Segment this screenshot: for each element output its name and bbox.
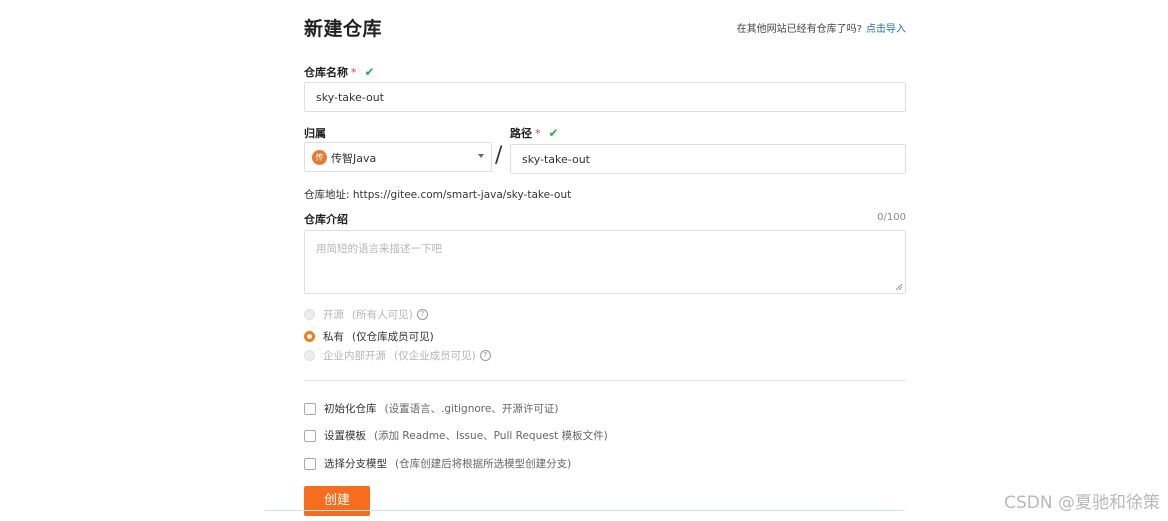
visibility-option-open[interactable]: 开源 (所有人可见) ? — [304, 307, 428, 322]
create-button[interactable]: 创建 — [304, 486, 370, 516]
watermark: CSDN @夏驰和徐策 — [1004, 493, 1160, 513]
option-init-repo[interactable]: 初始化仓库 (设置语言、.gitignore、开源许可证) — [304, 401, 558, 416]
visibility-option-private[interactable]: 私有 (仅仓库成员可见) — [304, 329, 434, 344]
resize-handle-icon[interactable] — [895, 283, 902, 290]
option-label: 设置模板 — [324, 430, 366, 442]
chevron-down-icon — [478, 154, 484, 158]
check-icon: ✔ — [548, 126, 559, 140]
import-hint: 在其他网站已经有仓库了吗? 点击导入 — [737, 20, 906, 35]
description-textarea[interactable]: 用简短的语言来描述一下吧 — [304, 230, 906, 294]
repo-name-value: sky-take-out — [316, 91, 384, 104]
option-desc: (添加 Readme、Issue、Pull Request 模板文件) — [374, 430, 608, 442]
owner-label: 归属 — [304, 127, 326, 140]
repo-name-label: 仓库名称 — [304, 66, 348, 79]
owner-avatar: 传 — [312, 150, 327, 165]
section-divider — [304, 380, 906, 381]
path-input[interactable]: sky-take-out — [510, 144, 906, 174]
repo-name-label-group: 仓库名称 * ✔ — [304, 64, 375, 80]
repo-name-input[interactable]: sky-take-out — [304, 82, 906, 112]
import-link[interactable]: 点击导入 — [866, 24, 906, 35]
visibility-desc: (所有人可见) — [352, 309, 413, 321]
option-desc: (仓库创建后将根据所选模型创建分支) — [395, 458, 572, 470]
checkbox-icon[interactable] — [304, 429, 316, 442]
required-mark: * — [351, 66, 357, 79]
description-counter: 0/100 — [877, 212, 906, 223]
page-title: 新建仓库 — [304, 18, 383, 40]
visibility-label: 企业内部开源 — [323, 350, 386, 362]
radio-icon[interactable] — [304, 350, 315, 361]
option-label: 选择分支模型 — [324, 458, 387, 470]
path-label: 路径 — [510, 127, 532, 140]
repo-url-value: https://gitee.com/smart-java/sky-take-ou… — [352, 189, 572, 201]
checkbox-icon[interactable] — [304, 402, 316, 415]
visibility-option-enterprise[interactable]: 企业内部开源 (仅企业成员可见) ? — [304, 348, 491, 363]
description-label: 仓库介绍 — [304, 213, 348, 226]
radio-selected-icon[interactable] — [304, 331, 315, 342]
description-placeholder: 用简短的语言来描述一下吧 — [316, 243, 442, 255]
check-icon: ✔ — [364, 65, 375, 79]
visibility-desc: (仅仓库成员可见) — [352, 331, 434, 343]
repo-url: 仓库地址: https://gitee.com/smart-java/sky-t… — [304, 187, 571, 202]
owner-select[interactable]: 传 传智Java — [304, 142, 492, 172]
path-label-group: 路径 * ✔ — [510, 125, 559, 141]
path-value: sky-take-out — [522, 153, 590, 166]
repo-url-label: 仓库地址: — [304, 189, 350, 201]
path-separator: / — [495, 143, 503, 168]
required-mark: * — [535, 127, 541, 140]
owner-name: 传智Java — [331, 152, 377, 165]
help-icon[interactable]: ? — [479, 350, 491, 361]
option-branch-model[interactable]: 选择分支模型 (仓库创建后将根据所选模型创建分支) — [304, 456, 571, 471]
visibility-desc: (仅企业成员可见) — [394, 350, 476, 362]
visibility-label: 私有 — [323, 331, 344, 343]
visibility-label: 开源 — [323, 309, 344, 321]
radio-icon[interactable] — [304, 309, 315, 320]
import-hint-text: 在其他网站已经有仓库了吗? — [736, 24, 862, 35]
bottom-border — [265, 510, 905, 511]
help-icon[interactable]: ? — [416, 309, 428, 320]
option-label: 初始化仓库 — [324, 403, 377, 415]
option-desc: (设置语言、.gitignore、开源许可证) — [384, 403, 559, 415]
checkbox-icon[interactable] — [304, 457, 316, 470]
option-set-template[interactable]: 设置模板 (添加 Readme、Issue、Pull Request 模板文件) — [304, 428, 608, 443]
